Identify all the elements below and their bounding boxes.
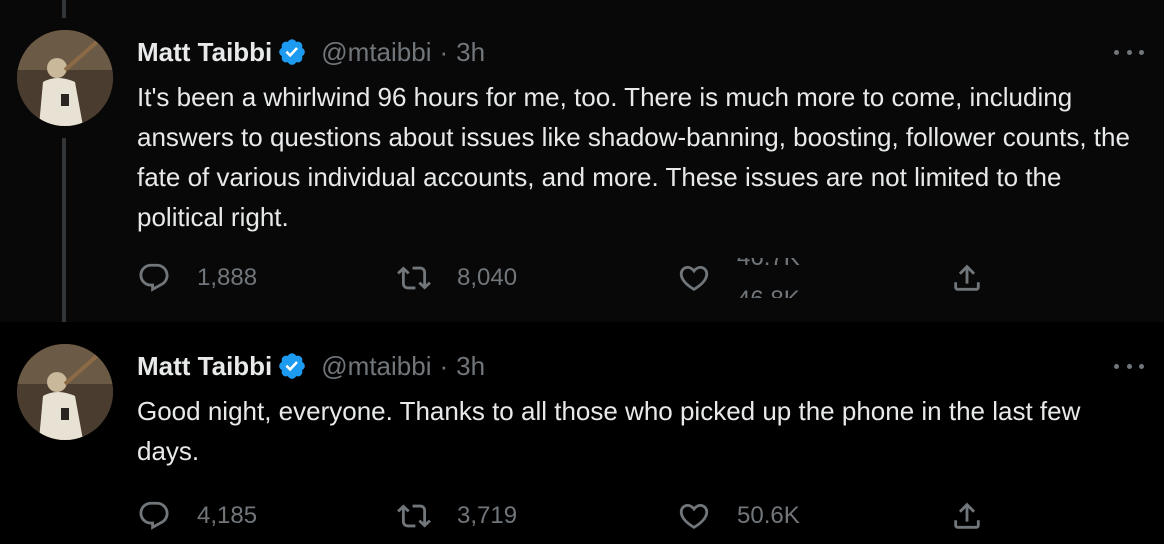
tweet-actions: 4,185 3,719 50.6K xyxy=(137,496,997,536)
timestamp[interactable]: 3h xyxy=(456,37,485,68)
retweet-count: 8,040 xyxy=(457,264,518,291)
reply-icon xyxy=(139,501,169,530)
like-icon xyxy=(679,265,709,291)
tweet-text: Good night, everyone. Thanks to all thos… xyxy=(137,396,1081,466)
thread-line xyxy=(62,138,66,324)
reply-count: 4,185 xyxy=(197,502,258,529)
like-count-animation: 46.7K 46.8K xyxy=(737,258,827,298)
thread-line xyxy=(62,0,66,18)
author-name[interactable]: Matt Taibbi xyxy=(137,351,272,382)
tweet[interactable]: Matt Taibbi @mtaibbi · 3h It's been a wh… xyxy=(0,0,1164,324)
share-icon xyxy=(954,264,980,291)
retweet-icon xyxy=(397,266,431,290)
retweet-button[interactable]: 8,040 xyxy=(397,258,517,298)
like-button[interactable]: 50.6K xyxy=(677,496,800,536)
timestamp[interactable]: 3h xyxy=(456,351,485,382)
more-icon[interactable] xyxy=(1114,42,1144,62)
author-name[interactable]: Matt Taibbi xyxy=(137,37,272,68)
separator: · xyxy=(439,350,449,381)
tweet[interactable]: Matt Taibbi @mtaibbi · 3h Good night, ev… xyxy=(0,322,1164,544)
like-button[interactable]: 46.7K 46.8K xyxy=(677,258,827,298)
share-button[interactable] xyxy=(950,258,984,298)
like-count-next: 46.8K xyxy=(737,286,800,298)
tweet-text: It's been a whirlwind 96 hours for me, t… xyxy=(137,82,1130,232)
tweet-header: Matt Taibbi @mtaibbi · 3h xyxy=(137,35,485,69)
reply-button[interactable]: 4,185 xyxy=(137,496,257,536)
retweet-count: 3,719 xyxy=(457,502,518,529)
tweet-header: Matt Taibbi @mtaibbi · 3h xyxy=(137,349,485,383)
like-icon xyxy=(679,503,709,529)
author-handle[interactable]: @mtaibbi xyxy=(321,351,431,382)
retweet-button[interactable]: 3,719 xyxy=(397,496,517,536)
reply-button[interactable]: 1,888 xyxy=(137,258,257,298)
separator: · xyxy=(439,36,449,67)
tweet-actions: 1,888 8,040 46.7K 46.8K xyxy=(137,258,997,298)
share-button[interactable] xyxy=(950,496,984,536)
reply-count: 1,888 xyxy=(197,264,258,291)
avatar[interactable] xyxy=(17,30,113,126)
more-icon[interactable] xyxy=(1114,356,1144,376)
avatar[interactable] xyxy=(17,344,113,440)
retweet-icon xyxy=(397,504,431,528)
verified-badge-icon xyxy=(279,39,306,65)
like-count: 46.7K xyxy=(737,258,800,272)
share-icon xyxy=(954,502,980,529)
verified-badge-icon xyxy=(279,353,306,379)
reply-icon xyxy=(139,263,169,292)
author-handle[interactable]: @mtaibbi xyxy=(321,37,431,68)
like-count: 50.6K xyxy=(737,502,800,529)
